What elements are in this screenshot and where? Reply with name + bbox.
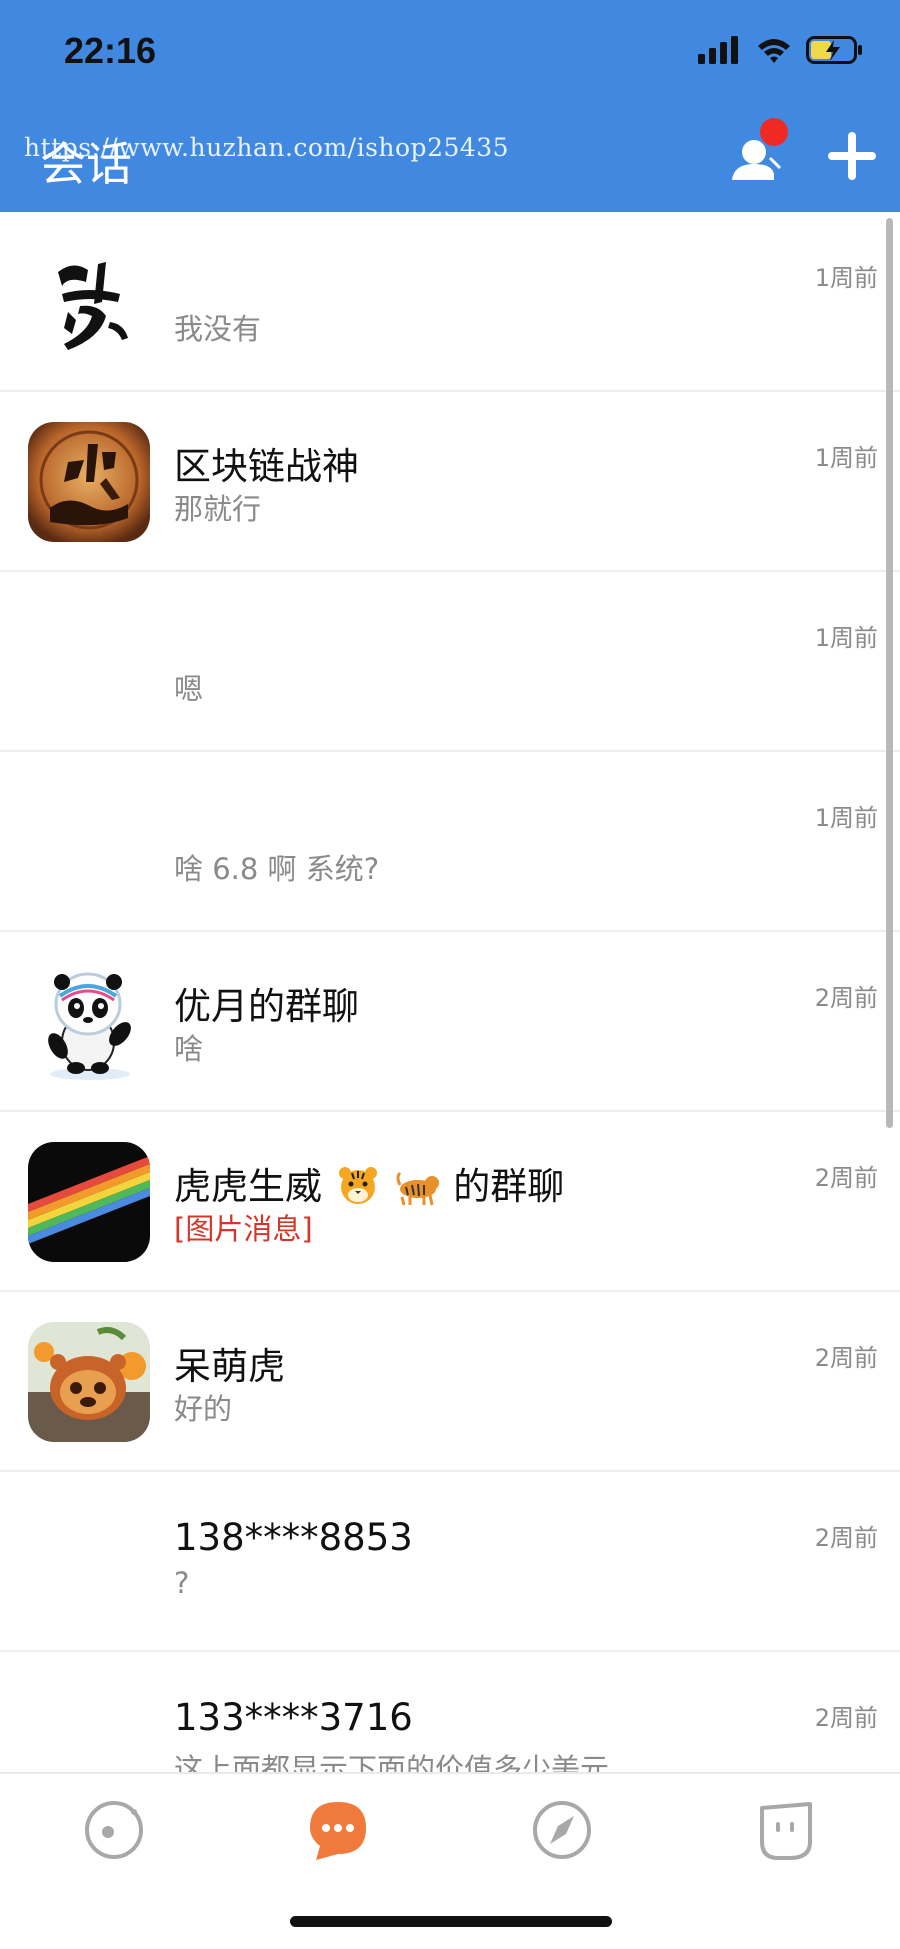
conversation-row[interactable]: 我没有 1周前 <box>0 212 900 392</box>
conversation-row[interactable]: 138****8853 ? 2周前 <box>0 1472 900 1652</box>
conversation-time: 2周前 <box>814 984 878 1012</box>
conversation-row[interactable]: 优月的群聊 啥 2周前 <box>0 932 900 1112</box>
app-header: 22:16 会话 https://www.huzhan.com/ishop254… <box>0 0 900 212</box>
calligraphy-avatar <box>28 242 150 362</box>
conversation-name: 呆萌虎 <box>174 1345 285 1388</box>
conversation-row[interactable]: 虎虎生威 的群聊 [图片消息] 2周前 <box>0 1112 900 1292</box>
conversation-time: 2周前 <box>814 1704 878 1732</box>
war-god-avatar <box>28 422 150 542</box>
conversation-time: 2周前 <box>814 1164 878 1192</box>
status-icons <box>698 36 864 64</box>
conversation-preview: [图片消息] <box>174 1212 313 1246</box>
compass-icon[interactable] <box>526 1794 598 1866</box>
tiger-emoji <box>396 1171 439 1206</box>
face-icon[interactable] <box>750 1794 822 1866</box>
conversation-time: 1周前 <box>814 264 878 292</box>
conversation-preview: 我没有 <box>174 312 262 346</box>
watermark-text: https://www.huzhan.com/ishop25435 <box>24 133 510 162</box>
conversation-name: 138****8853 <box>174 1516 413 1559</box>
conversation-preview: 好的 <box>174 1392 233 1426</box>
conversation-preview: 嗯 <box>174 672 204 706</box>
conversation-name: 虎虎生威 的群聊 <box>174 1156 564 1210</box>
conversation-time: 1周前 <box>814 444 878 472</box>
conversation-time: 2周前 <box>814 1344 878 1372</box>
conversation-row[interactable]: 133****3716 这上面都显示下面的价值多少美元 2周前 <box>0 1652 900 1772</box>
panda-mascot-avatar <box>28 962 150 1082</box>
signal-icon <box>698 36 738 64</box>
tiger-face-emoji <box>338 1167 377 1204</box>
conversation-preview: 这上面都显示下面的价值多少美元 <box>174 1752 610 1772</box>
conversation-row[interactable]: 嗯 1周前 <box>0 572 900 752</box>
wifi-icon <box>758 39 790 63</box>
conversation-preview: ? <box>174 1566 190 1600</box>
conversation-time: 1周前 <box>814 804 878 832</box>
tiger-toy-avatar <box>28 1322 150 1442</box>
conversation-row[interactable]: 啥 6.8 啊 系统? 1周前 <box>0 752 900 932</box>
group-name-prefix: 虎虎生威 <box>174 1165 322 1208</box>
conversation-preview: 那就行 <box>174 492 262 526</box>
conversation-time: 1周前 <box>814 624 878 652</box>
conversation-name: 区块链战神 <box>174 445 359 488</box>
add-icon[interactable] <box>826 130 878 182</box>
home-indicator <box>290 1916 612 1927</box>
status-time: 22:16 <box>64 30 157 71</box>
conversation-preview: 啥 <box>174 1032 204 1066</box>
conversation-row[interactable]: 区块链战神 那就行 1周前 <box>0 392 900 572</box>
conversation-list[interactable]: 我没有 1周前 区块链战神 那就行 1周前 嗯 1周前 啥 6.8 啊 系统? … <box>0 212 900 1772</box>
group-name-suffix: 的群聊 <box>453 1165 565 1208</box>
scrollbar[interactable] <box>886 218 893 1128</box>
planet-icon[interactable] <box>78 1794 150 1866</box>
conversation-row[interactable]: 呆萌虎 好的 2周前 <box>0 1292 900 1472</box>
chat-bubble-icon[interactable] <box>302 1794 374 1866</box>
conversation-time: 2周前 <box>814 1524 878 1552</box>
conversation-name: 133****3716 <box>174 1696 413 1739</box>
battery-icon <box>806 36 862 64</box>
rainbow-stripe-avatar <box>28 1142 150 1262</box>
conversation-name: 优月的群聊 <box>174 985 359 1028</box>
notification-badge <box>760 118 788 146</box>
conversation-preview: 啥 6.8 啊 系统? <box>174 852 380 886</box>
